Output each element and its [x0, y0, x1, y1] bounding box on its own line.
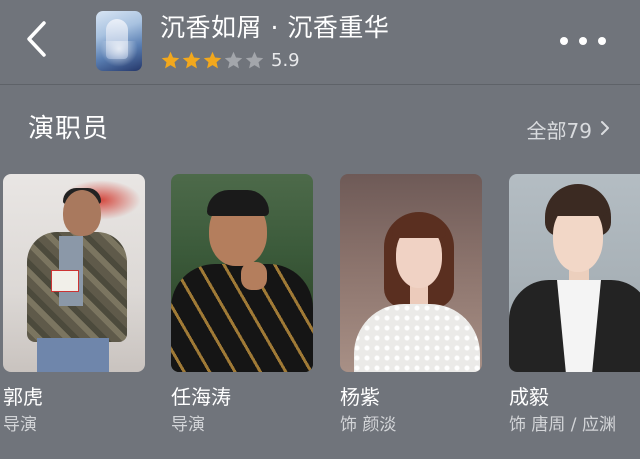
cast-name: 成毅	[509, 385, 549, 409]
cast-list: 郭虎 导演 任海涛 导演 杨紫 饰 颜淡 成毅 饰 唐周 / 应渊	[0, 174, 640, 459]
rating: 5.9	[160, 48, 300, 72]
see-all-cast-link[interactable]: 全部79	[527, 114, 610, 144]
cast-photo	[171, 174, 313, 372]
more-options-button[interactable]	[560, 28, 606, 54]
cast-photo	[340, 174, 482, 372]
page-title: 沉香如屑 · 沉香重华	[160, 13, 390, 42]
cast-photo	[3, 174, 145, 372]
cast-photo	[509, 174, 640, 372]
star-empty-icon	[224, 51, 243, 68]
cast-name: 郭虎	[3, 385, 43, 409]
star-filled-icon	[203, 51, 222, 68]
cast-section-title: 演职员	[28, 114, 110, 144]
cast-name: 杨紫	[340, 385, 380, 409]
cast-name: 任海涛	[171, 385, 231, 409]
cast-role: 饰 颜淡	[340, 415, 397, 435]
cast-card-guo-hu[interactable]: 郭虎 导演	[3, 174, 145, 436]
cast-role: 饰 唐周 / 应渊	[509, 415, 616, 435]
drama-poster-thumbnail[interactable]	[96, 11, 142, 71]
back-button[interactable]	[18, 18, 54, 64]
chevron-right-icon	[600, 117, 610, 141]
star-filled-icon	[182, 51, 201, 68]
star-rating	[160, 50, 265, 71]
star-empty-icon	[245, 51, 264, 68]
header-divider	[0, 84, 640, 85]
see-all-label: 全部79	[526, 118, 592, 143]
rating-score: 5.9	[271, 49, 300, 71]
star-filled-icon	[161, 51, 180, 68]
cast-role: 导演	[171, 415, 205, 435]
more-dots-icon	[560, 37, 568, 45]
cast-role: 导演	[3, 415, 37, 435]
cast-card-cheng-yi[interactable]: 成毅 饰 唐周 / 应渊	[509, 174, 640, 436]
cast-card-yang-zi[interactable]: 杨紫 饰 颜淡	[340, 174, 482, 436]
cast-card-ren-haitao[interactable]: 任海涛 导演	[171, 174, 313, 436]
chevron-left-icon	[25, 20, 47, 62]
header-bar: 沉香如屑 · 沉香重华 5.9	[0, 0, 640, 84]
